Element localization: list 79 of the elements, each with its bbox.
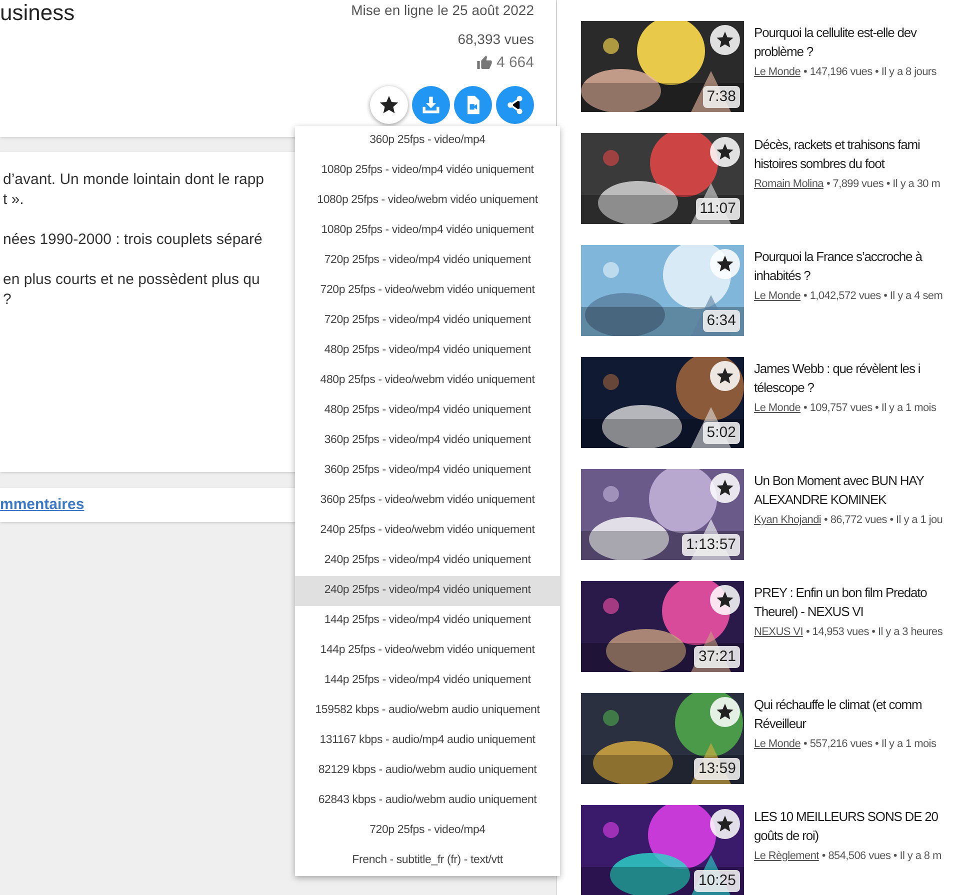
menu-item[interactable]: French - subtitle_fr (fr) - text/vtt: [295, 846, 560, 876]
video-duration: 11:07: [696, 198, 740, 220]
menu-item[interactable]: 240p 25fps - video/mp4 vidéo uniquement: [295, 546, 560, 576]
video-title: usiness: [0, 1, 75, 25]
menu-item[interactable]: 480p 25fps - video/webm vidéo uniquement: [295, 366, 560, 396]
menu-item[interactable]: 62843 kbps - audio/webm audio uniquement: [295, 786, 560, 816]
channel-link[interactable]: Le Règlement: [754, 848, 819, 864]
menu-item[interactable]: 1080p 25fps - video/mp4 vidéo uniquement: [295, 156, 560, 186]
menu-item[interactable]: 1080p 25fps - video/mp4 vidéo uniquement: [295, 216, 560, 246]
video-title[interactable]: Un Bon Moment avec BUN HAY ALEXANDRE KOMINEK: [754, 471, 943, 509]
menu-item[interactable]: 240p 25fps - video/webm vidéo uniquement: [295, 516, 560, 546]
menu-item[interactable]: 159582 kbps - audio/webm audio uniquement: [295, 696, 560, 726]
channel-link[interactable]: Le Monde: [754, 400, 801, 416]
video-details: • 86,772 vues • Il y a 1 jou: [824, 513, 943, 528]
channel-link[interactable]: NEXUS VI: [754, 624, 803, 640]
video-duration: 10:25: [694, 870, 740, 892]
video-duration: 5:02: [702, 422, 740, 444]
star-icon: [715, 30, 735, 50]
description-text: en plus courts et ne possèdent plus qu: [2, 270, 260, 290]
menu-item[interactable]: 144p 25fps - video/mp4 vidéo uniquement: [295, 666, 560, 696]
video-details: • 557,216 vues • Il y a 1 mois: [804, 737, 936, 752]
menu-item[interactable]: 240p 25fps - video/mp4 vidéo uniquement: [295, 576, 560, 606]
menu-item[interactable]: 144p 25fps - video/webm vidéo uniquement: [295, 636, 560, 666]
video-duration: 1:13:57: [682, 534, 740, 556]
video-details: • 14,953 vues • Il y a 3 heures: [806, 625, 943, 640]
star-icon: [715, 590, 735, 610]
video-details: • 854,506 vues • Il y a 8 m: [822, 849, 942, 864]
menu-item[interactable]: 1080p 25fps - video/webm vidéo uniquement: [295, 186, 560, 216]
channel-link[interactable]: Le Monde: [754, 736, 801, 752]
description-text: d’avant. Un monde lointain dont le rapp: [2, 170, 264, 190]
video-duration: 6:34: [702, 310, 740, 332]
video-title[interactable]: Qui réchauffe le climat (et comm Réveilleur: [754, 695, 936, 733]
comments-link[interactable]: mmentaires: [0, 494, 84, 516]
video-title[interactable]: PREY : Enfin un bon film Predato Theurel) - NEXUS VI: [754, 583, 943, 621]
star-icon: [715, 142, 735, 162]
star-icon: [378, 94, 400, 116]
video-details: • 1,042,572 vues • Il y a 4 sem: [804, 289, 943, 304]
video-title[interactable]: LES 10 MEILLEURS SONS DE 20 goûts de roi): [754, 807, 942, 845]
menu-item[interactable]: 480p 25fps - video/mp4 vidéo uniquement: [295, 396, 560, 426]
view-count: 68,393 vues: [458, 30, 534, 49]
channel-link[interactable]: Romain Molina: [754, 176, 824, 192]
menu-item[interactable]: 720p 25fps - video/mp4 vidéo uniquement: [295, 306, 560, 336]
menu-item[interactable]: 360p 25fps - video/webm vidéo uniquement: [295, 486, 560, 516]
channel-link[interactable]: Le Monde: [754, 288, 801, 304]
video-title[interactable]: Pourquoi la France s’accroche à inhabités ?: [754, 247, 943, 285]
menu-item[interactable]: 720p 25fps - video/mp4: [295, 816, 560, 846]
video-details: • 7,899 vues • Il y a 30 m: [826, 177, 940, 192]
video-duration: 37:21: [694, 646, 740, 668]
description-text: nées 1990-2000 : trois couplets séparé: [2, 230, 262, 250]
video-title[interactable]: Décès, rackets et trahisons fami histoires sombres du foot: [754, 135, 940, 173]
menu-item[interactable]: 360p 25fps - video/mp4 vidéo uniquement: [295, 456, 560, 486]
menu-item[interactable]: 720p 25fps - video/webm vidéo uniquement: [295, 276, 560, 306]
publish-date: Mise en ligne le 25 août 2022: [351, 1, 534, 19]
thumbs-up-icon: [476, 55, 494, 72]
star-icon: [715, 366, 735, 386]
video-details: • 109,757 vues • Il y a 1 mois: [804, 401, 936, 416]
menu-item[interactable]: 480p 25fps - video/mp4 vidéo uniquement: [295, 336, 560, 366]
video-title[interactable]: Pourquoi la cellulite est-elle dev problème ?: [754, 23, 936, 61]
star-icon: [715, 254, 735, 274]
share-button[interactable]: [496, 86, 534, 124]
menu-item[interactable]: 131167 kbps - audio/mp4 audio uniquement: [295, 726, 560, 756]
star-button[interactable]: [370, 86, 408, 124]
channel-link[interactable]: Kyan Khojandi: [754, 512, 822, 528]
menu-item[interactable]: 360p 25fps - video/mp4 vidéo uniquement: [295, 426, 560, 456]
menu-item[interactable]: 720p 25fps - video/mp4 vidéo uniquement: [295, 246, 560, 276]
star-icon: [715, 814, 735, 834]
video-duration: 7:38: [702, 86, 740, 108]
video-details: • 147,196 vues • Il y a 8 jours: [804, 65, 936, 80]
like-count: 4 664: [496, 53, 534, 73]
description-text: t ».: [2, 190, 24, 210]
channel-link[interactable]: Le Monde: [754, 64, 801, 80]
menu-item[interactable]: 144p 25fps - video/mp4 vidéo uniquement: [295, 606, 560, 636]
video-duration: 13:59: [694, 758, 740, 780]
menu-item[interactable]: 360p 25fps - video/mp4: [295, 126, 560, 156]
star-icon: [715, 702, 735, 722]
video-title[interactable]: James Webb : que révèlent les i télescope ?: [754, 359, 936, 397]
description-text: ?: [2, 290, 12, 310]
star-icon: [715, 478, 735, 498]
menu-item[interactable]: 82129 kbps - audio/webm audio uniquement: [295, 756, 560, 786]
